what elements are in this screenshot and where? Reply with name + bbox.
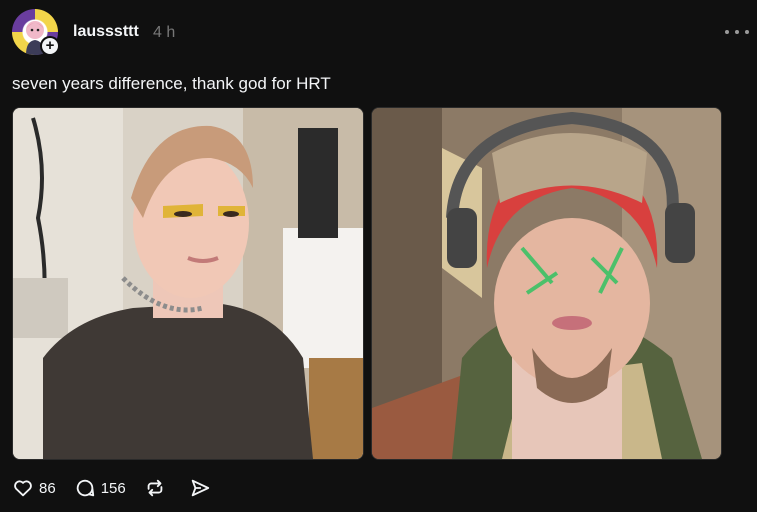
heart-icon (14, 480, 32, 497)
comment-icon (76, 479, 94, 497)
post-card: + lausssttt 4 h seven years difference, … (0, 0, 757, 512)
reply-button[interactable]: 156 (74, 477, 126, 499)
more-icon[interactable] (725, 22, 749, 42)
repost-icon (147, 479, 163, 497)
photo-after (372, 108, 721, 459)
post-image-before[interactable] (12, 107, 364, 460)
like-count: 86 (39, 479, 56, 497)
timestamp[interactable]: 4 h (153, 24, 175, 42)
reply-count: 156 (100, 479, 126, 497)
username[interactable]: lausssttt (73, 23, 139, 41)
share-icon (191, 479, 209, 497)
like-button[interactable]: 86 (12, 477, 56, 499)
share-button[interactable] (189, 477, 216, 499)
avatar-container[interactable]: + (12, 9, 60, 56)
repost-button[interactable] (144, 477, 171, 499)
post-caption: seven years difference, thank god for HR… (12, 74, 331, 93)
post-image-after[interactable] (371, 107, 722, 460)
action-bar: 86 156 (12, 476, 234, 500)
photo-before (13, 108, 363, 459)
follow-button[interactable]: + (40, 36, 60, 56)
plus-icon: + (42, 38, 58, 54)
